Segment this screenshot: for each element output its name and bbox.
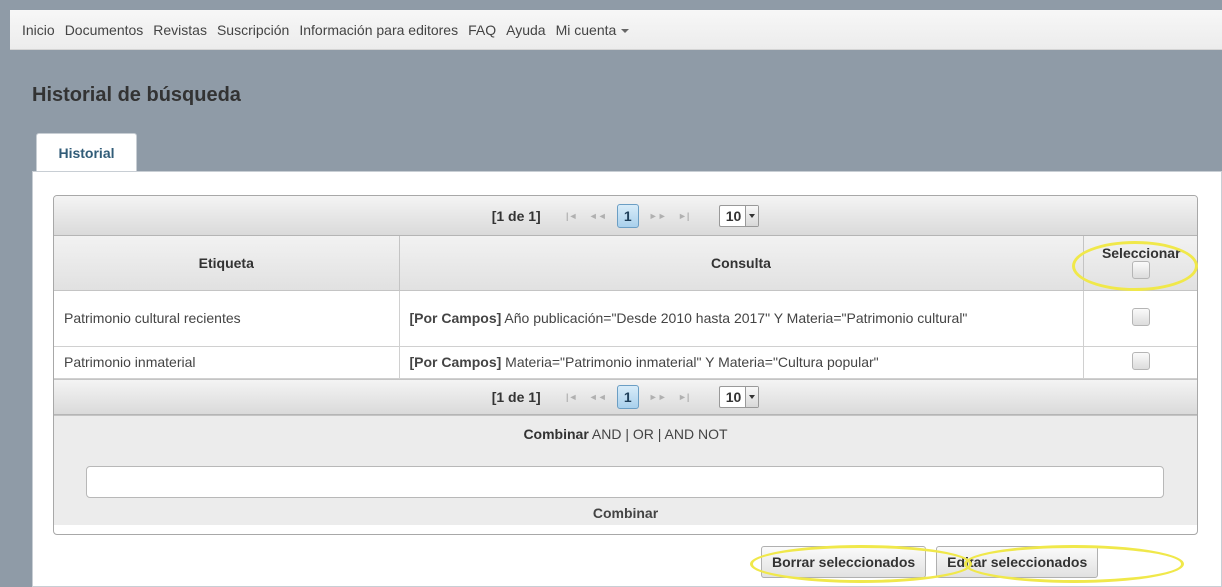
query-prefix: [Por Campos] xyxy=(409,354,502,370)
table-row: Patrimonio cultural recientes [Por Campo… xyxy=(54,290,1197,347)
prev-page-icon[interactable]: ◄◄ xyxy=(588,388,608,406)
column-header-consulta: Consulta xyxy=(399,236,1084,291)
select-header-label: Seleccionar xyxy=(1101,245,1181,262)
row-query: [Por Campos] Año publicación="Desde 2010… xyxy=(399,290,1084,347)
row-label: Patrimonio cultural recientes xyxy=(54,290,400,347)
top-navigation: Inicio Documentos Revistas Suscripción I… xyxy=(10,10,1222,50)
next-page-icon[interactable]: ►► xyxy=(648,207,668,225)
page-title: Historial de búsqueda xyxy=(32,84,241,106)
page-size-value: 10 xyxy=(725,388,742,405)
nav-item-revistas[interactable]: Revistas xyxy=(153,22,207,38)
combine-button[interactable]: Combinar xyxy=(54,505,1197,521)
operator-separator: | xyxy=(621,425,633,442)
last-page-icon[interactable]: ►| xyxy=(674,207,694,225)
operator-and[interactable]: AND xyxy=(589,426,622,442)
history-panel: [1 de 1] |◄ ◄◄ 1 ►► ►| 10 Etiqueta Consu… xyxy=(32,171,1222,587)
pager-summary: [1 de 1] xyxy=(491,388,541,405)
nav-item-ayuda[interactable]: Ayuda xyxy=(506,22,545,38)
combine-area: Combinar AND | OR | AND NOT Combinar xyxy=(54,414,1197,525)
pager-bottom: [1 de 1] |◄ ◄◄ 1 ►► ►| 10 xyxy=(54,378,1197,415)
first-page-icon[interactable]: |◄ xyxy=(562,388,582,406)
current-page-button[interactable]: 1 xyxy=(616,384,639,409)
tab-historial[interactable]: Historial xyxy=(36,133,137,172)
action-buttons: Borrar seleccionados Editar seleccionado… xyxy=(761,546,1108,578)
current-page-button[interactable]: 1 xyxy=(616,203,639,228)
operator-or[interactable]: OR xyxy=(633,426,654,442)
page-size-value: 10 xyxy=(725,207,742,224)
nav-item-informacion-editores[interactable]: Información para editores xyxy=(299,22,458,38)
account-menu-label: Mi cuenta xyxy=(555,21,617,38)
nav-item-inicio[interactable]: Inicio xyxy=(22,22,55,38)
combine-label: Combinar xyxy=(523,425,589,442)
history-table: Etiqueta Consulta Seleccionar Patrimonio… xyxy=(54,236,1197,379)
row-select-cell xyxy=(1083,290,1197,347)
operator-separator: | xyxy=(653,425,665,442)
table-row: Patrimonio inmaterial [Por Campos] Mater… xyxy=(54,346,1197,379)
next-page-icon[interactable]: ►► xyxy=(648,388,668,406)
combine-operators: Combinar AND | OR | AND NOT xyxy=(54,426,1197,442)
first-page-icon[interactable]: |◄ xyxy=(562,207,582,225)
page-size-select[interactable]: 10 xyxy=(718,385,760,408)
nav-item-mi-cuenta[interactable]: Mi cuenta xyxy=(556,22,630,38)
row-label: Patrimonio inmaterial xyxy=(54,346,400,379)
combine-input[interactable] xyxy=(86,465,1164,498)
query-text: Año publicación="Desde 2010 hasta 2017" … xyxy=(501,310,968,326)
tab-strip: Historial xyxy=(32,133,1222,172)
caret-down-icon xyxy=(621,28,630,33)
prev-page-icon[interactable]: ◄◄ xyxy=(588,207,608,225)
pager-top: [1 de 1] |◄ ◄◄ 1 ►► ►| 10 xyxy=(54,196,1197,236)
chevron-down-icon xyxy=(745,386,759,407)
select-all-checkbox[interactable] xyxy=(1132,261,1151,280)
nav-item-documentos[interactable]: Documentos xyxy=(65,22,144,38)
row-checkbox[interactable] xyxy=(1132,351,1151,370)
query-prefix: [Por Campos] xyxy=(409,310,502,326)
query-text: Materia="Patrimonio inmaterial" Y Materi… xyxy=(501,354,879,370)
column-header-etiqueta: Etiqueta xyxy=(54,236,400,291)
delete-selected-button[interactable]: Borrar seleccionados xyxy=(761,546,927,578)
column-header-seleccionar: Seleccionar xyxy=(1083,236,1197,291)
last-page-icon[interactable]: ►| xyxy=(674,388,694,406)
operator-and-not[interactable]: AND NOT xyxy=(665,426,728,442)
nav-item-faq[interactable]: FAQ xyxy=(468,22,496,38)
row-query: [Por Campos] Materia="Patrimonio inmater… xyxy=(399,346,1084,379)
chevron-down-icon xyxy=(745,205,759,226)
page-size-select[interactable]: 10 xyxy=(718,204,760,227)
edit-selected-button[interactable]: Editar seleccionados xyxy=(936,546,1099,578)
nav-item-suscripcion[interactable]: Suscripción xyxy=(217,22,289,38)
row-select-cell xyxy=(1083,346,1197,379)
row-checkbox[interactable] xyxy=(1132,307,1151,326)
history-grid: [1 de 1] |◄ ◄◄ 1 ►► ►| 10 Etiqueta Consu… xyxy=(53,195,1198,535)
pager-summary: [1 de 1] xyxy=(491,207,541,224)
